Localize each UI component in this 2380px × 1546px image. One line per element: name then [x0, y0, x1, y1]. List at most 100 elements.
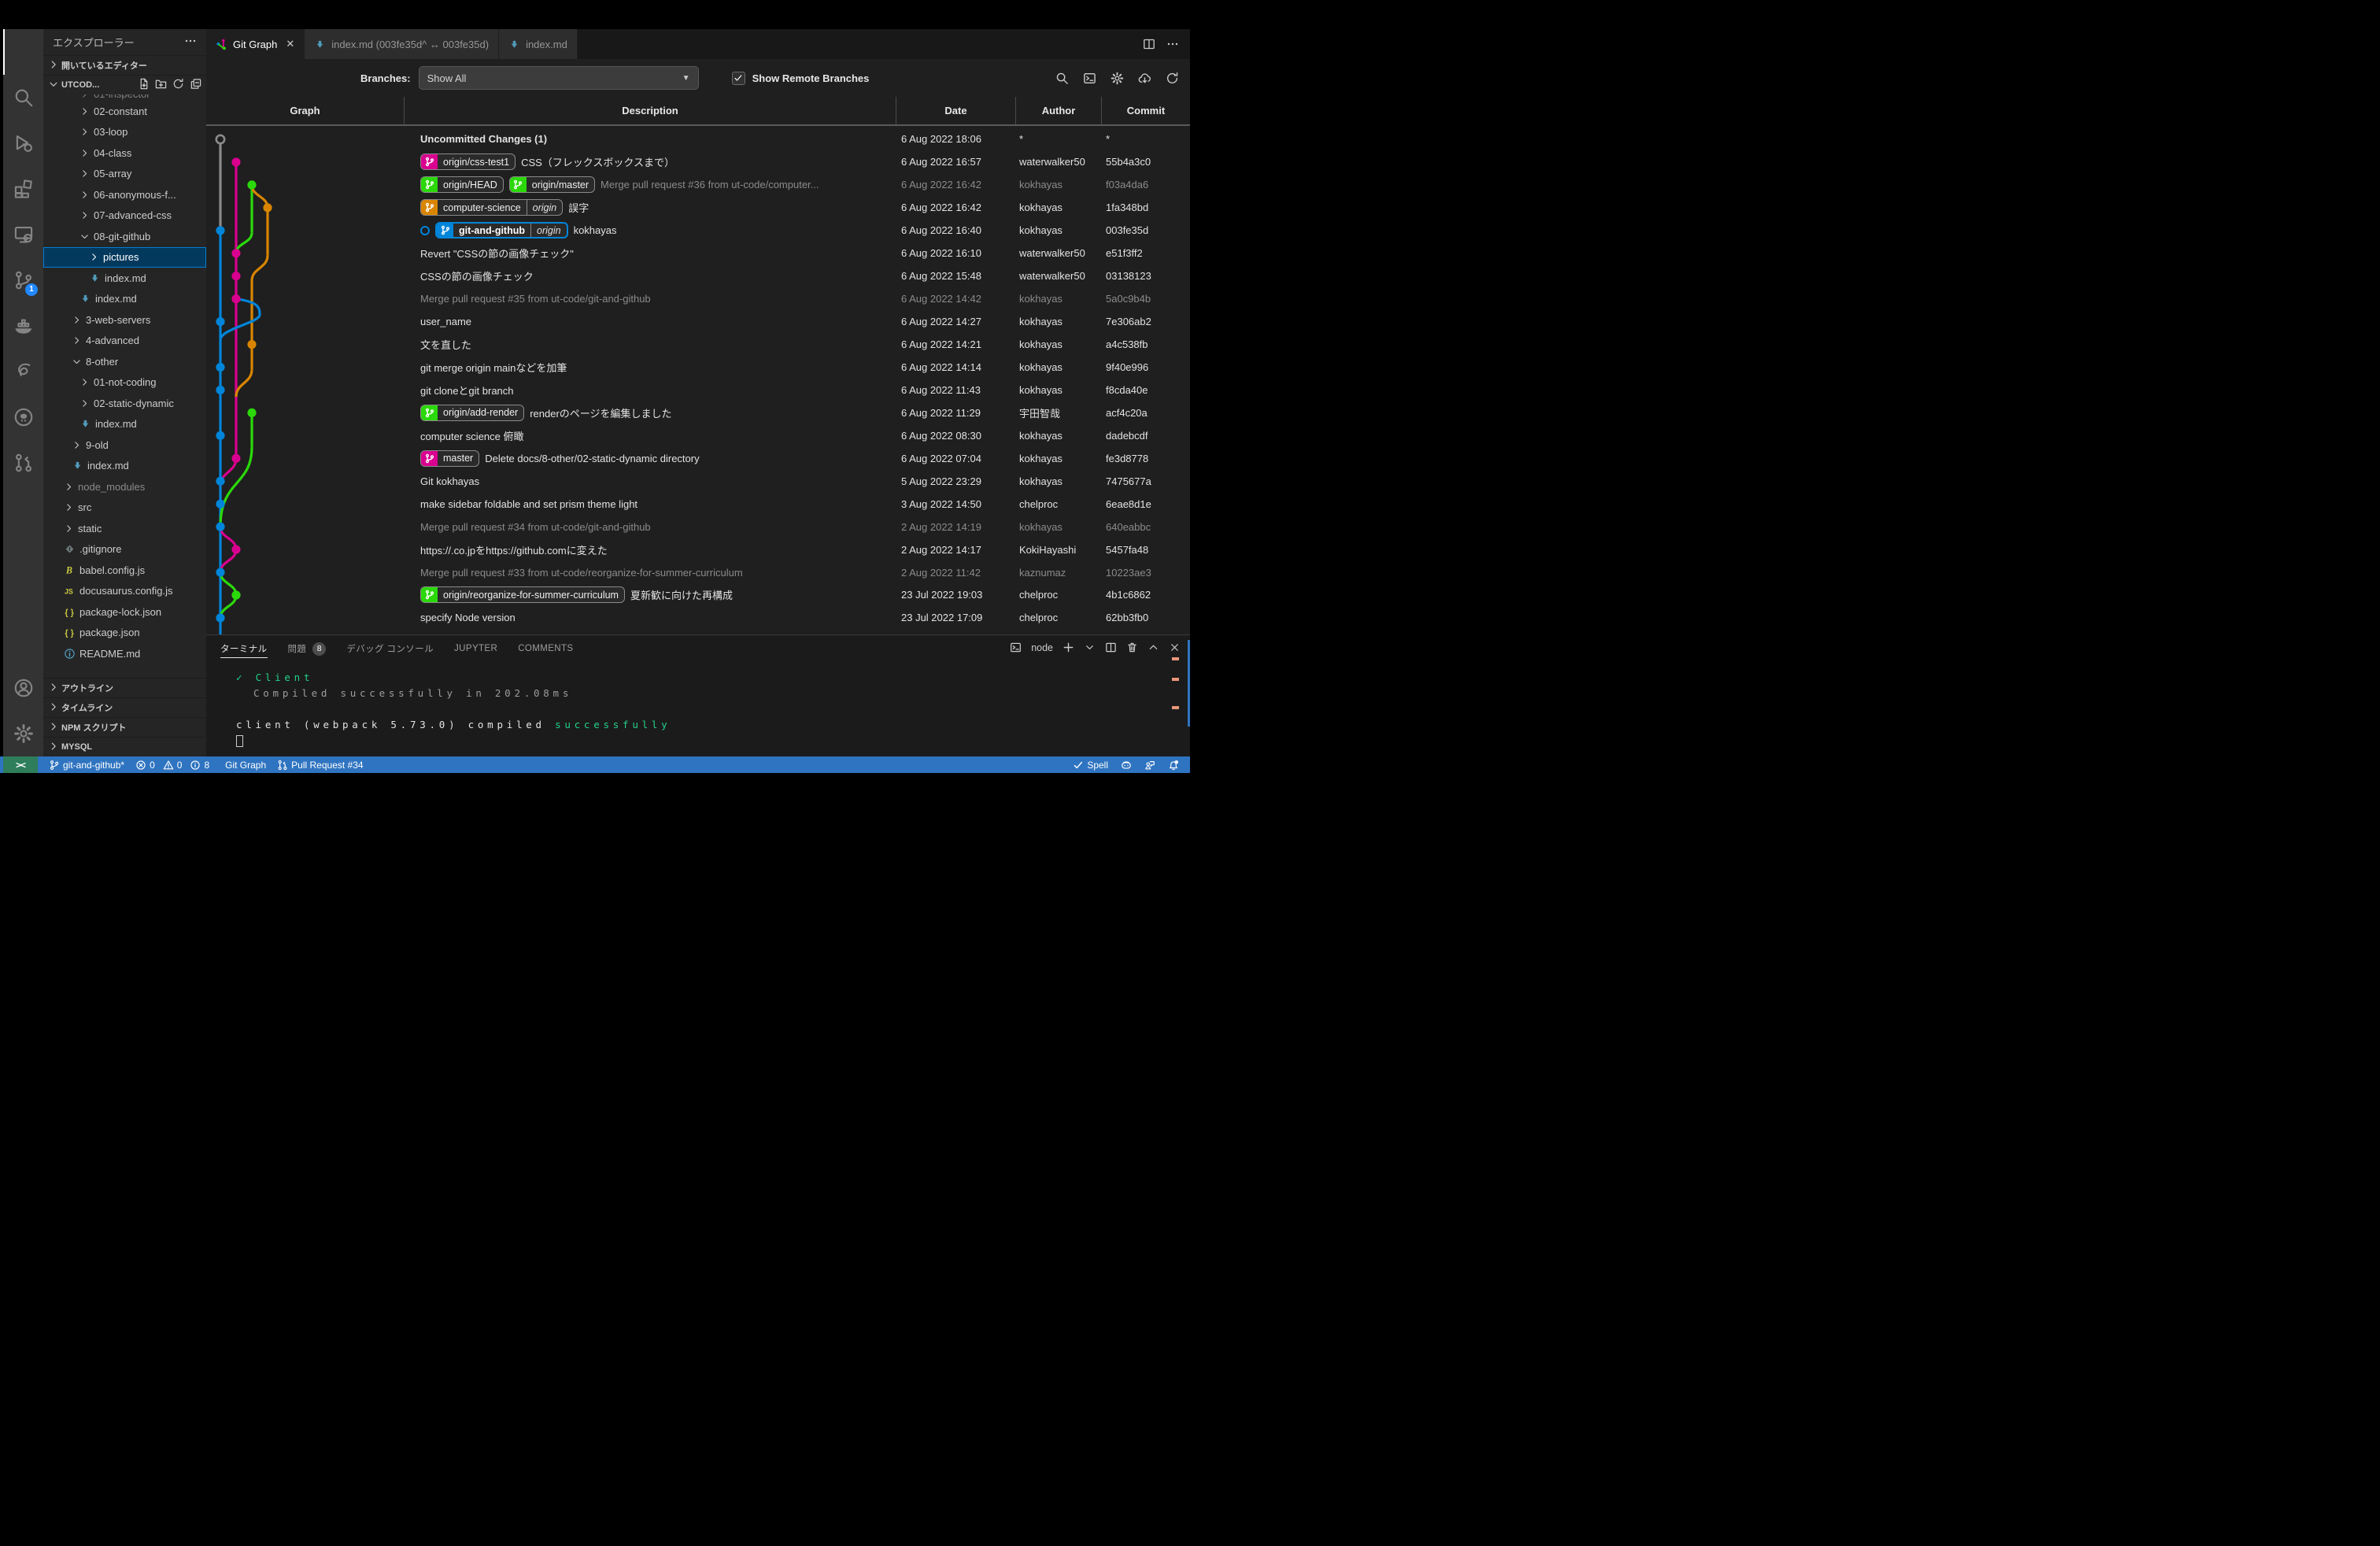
terminal-icon[interactable]: [1010, 642, 1022, 653]
tree-item-8-other[interactable]: 8-other: [43, 351, 206, 372]
status-feedback[interactable]: [1144, 760, 1155, 771]
editor-tab-git-graph[interactable]: Git Graph✕: [206, 29, 305, 59]
commit-row-5a0c9b4b[interactable]: Merge pull request #35 from ut-code/git-…: [206, 287, 1190, 310]
tree-item-pictures[interactable]: pictures: [43, 247, 206, 268]
tree-item-04-class[interactable]: 04-class: [43, 142, 206, 164]
tree-item-readme-md[interactable]: README.md: [43, 643, 206, 664]
tree-item-3-web-servers[interactable]: 3-web-servers: [43, 309, 206, 331]
tree-item-02-constant[interactable]: 02-constant: [43, 101, 206, 122]
ref-badge-master[interactable]: master: [420, 450, 479, 467]
ref-badge-origin/css-test1[interactable]: origin/css-test1: [420, 153, 516, 170]
commit-row-dadebcdf[interactable]: computer science 俯瞰6 Aug 2022 08:30kokha…: [206, 424, 1190, 447]
cloud-download-icon[interactable]: [1138, 72, 1151, 85]
activitybar-live-share-icon[interactable]: [3, 349, 43, 394]
sidebar-section-タイムライン[interactable]: タイムライン: [43, 697, 206, 717]
activitybar-account-icon[interactable]: [3, 665, 43, 711]
status-problems[interactable]: 008: [135, 760, 214, 771]
sidebar-section-NPM スクリプト[interactable]: NPM スクリプト: [43, 717, 206, 737]
tree-item-babel-config-js[interactable]: Bbabel.config.js: [43, 560, 206, 581]
tree-item-9-old[interactable]: 9-old: [43, 435, 206, 456]
tree-item-docusaurus-config-js[interactable]: JSdocusaurus.config.js: [43, 581, 206, 602]
tree-item-05-array[interactable]: 05-array: [43, 164, 206, 185]
status-pull-request[interactable]: Pull Request #34: [277, 760, 363, 771]
tree-item-index-md[interactable]: index.md: [43, 456, 206, 477]
tree-item-package-lock-json[interactable]: { }package-lock.json: [43, 601, 206, 623]
activitybar-docker-icon[interactable]: [3, 303, 43, 349]
tree-item-index-md[interactable]: index.md: [43, 414, 206, 435]
ref-badge-origin/master[interactable]: origin/master: [509, 176, 595, 193]
activitybar-run-debug-icon[interactable]: [3, 120, 43, 166]
tree-item-06-anonymous-f-[interactable]: 06-anonymous-f...: [43, 184, 206, 205]
open-editors-section[interactable]: 開いているエディター: [43, 55, 206, 75]
split-editor-icon[interactable]: [1143, 38, 1155, 50]
tree-item-03-loop[interactable]: 03-loop: [43, 122, 206, 143]
panel-tab-デバッグ コンソール[interactable]: デバッグ コンソール: [346, 642, 434, 655]
remote-indicator[interactable]: ><: [3, 756, 38, 773]
ellipsis-icon[interactable]: [184, 35, 197, 50]
commit-row-fe3d8778[interactable]: masterDelete docs/8-other/02-static-dyna…: [206, 447, 1190, 470]
activitybar-source-control-icon[interactable]: 1: [3, 257, 43, 303]
tree-item-src[interactable]: src: [43, 497, 206, 519]
tree-item-package-json[interactable]: { }package.json: [43, 623, 206, 644]
new-file-icon[interactable]: [138, 78, 150, 92]
tree-item-index-md[interactable]: index.md: [43, 268, 206, 289]
tree-item-4-advanced[interactable]: 4-advanced: [43, 331, 206, 352]
tree-item-01-not-coding[interactable]: 01-not-coding: [43, 372, 206, 394]
status-git-graph[interactable]: Git Graph: [225, 760, 266, 771]
activitybar-remote-explorer-icon[interactable]: [3, 212, 43, 257]
commit-row-62bb3fb0[interactable]: specify Node version23 Jul 2022 17:09che…: [206, 606, 1190, 629]
panel-tab-問題[interactable]: 問題8: [288, 642, 327, 656]
column-header-graph[interactable]: Graph: [206, 97, 405, 124]
commit-row-003fe35d[interactable]: git-and-githuboriginkokhayas6 Aug 2022 1…: [206, 219, 1190, 242]
status-branch[interactable]: git-and-github*: [49, 760, 124, 771]
refresh-icon[interactable]: [172, 78, 184, 92]
panel-tab-ターミナル[interactable]: ターミナル: [220, 642, 268, 658]
commit-row-640eabbc[interactable]: Merge pull request #34 from ut-code/git-…: [206, 516, 1190, 538]
tree-item-index-md[interactable]: index.md: [43, 289, 206, 310]
commit-row-4b1c6862[interactable]: origin/reorganize-for-summer-curriculum夏…: [206, 584, 1190, 607]
commit-row-f03a4da6[interactable]: origin/HEADorigin/masterMerge pull reque…: [206, 173, 1190, 196]
new-terminal-icon[interactable]: [1062, 642, 1074, 653]
commit-row-6eae8d1e[interactable]: make sidebar foldable and set prism them…: [206, 493, 1190, 516]
activitybar-pull-request-icon[interactable]: [3, 440, 43, 486]
kill-terminal-icon[interactable]: [1126, 642, 1138, 653]
editor-tab-index-md-003fe35d-003fe35d-[interactable]: index.md (003fe35d^ ↔ 003fe35d): [305, 29, 499, 59]
commit-row-*[interactable]: Uncommitted Changes (1)6 Aug 2022 18:06*…: [206, 128, 1190, 151]
commit-row-a4c538fb[interactable]: 文を直した6 Aug 2022 14:21kokhayasa4c538fb: [206, 333, 1190, 356]
activitybar-extensions-icon[interactable]: [3, 166, 43, 212]
maximize-panel-icon[interactable]: [1148, 642, 1159, 653]
sidebar-section-MYSQL[interactable]: MYSQL: [43, 737, 206, 756]
status-spell[interactable]: Spell: [1073, 760, 1108, 771]
branches-dropdown[interactable]: Show All ▼: [419, 66, 699, 90]
commit-row-7e306ab2[interactable]: user_name6 Aug 2022 14:27kokhayas7e306ab…: [206, 310, 1190, 333]
commit-row-55b4a3c0[interactable]: origin/css-test1CSS（フレックスボックスまで）6 Aug 20…: [206, 150, 1190, 173]
commit-row-1fa348bd[interactable]: computer-scienceorigin誤字6 Aug 2022 16:42…: [206, 196, 1190, 219]
search-icon[interactable]: [1055, 72, 1069, 85]
commit-row-acf4c20a[interactable]: origin/add-renderrenderのページを編集しました6 Aug …: [206, 401, 1190, 424]
close-panel-icon[interactable]: [1169, 642, 1181, 653]
tree-item-08-git-github[interactable]: 08-git-github: [43, 226, 206, 247]
collapse-all-icon[interactable]: [190, 78, 201, 92]
tree-item-node-modules[interactable]: node_modules: [43, 476, 206, 497]
show-remote-branches-checkbox[interactable]: [732, 72, 745, 85]
commit-row-9f40e996[interactable]: git merge origin mainなどを加筆6 Aug 2022 14:…: [206, 356, 1190, 379]
tree-item-02-static-dynamic[interactable]: 02-static-dynamic: [43, 393, 206, 414]
ref-badge-origin/add-render[interactable]: origin/add-render: [420, 405, 524, 421]
column-header-date[interactable]: Date: [896, 97, 1016, 124]
close-icon[interactable]: ✕: [286, 38, 294, 50]
commit-row-7475677a[interactable]: Git kokhayas5 Aug 2022 23:29kokhayas7475…: [206, 470, 1190, 493]
tree-item-07-advanced-css[interactable]: 07-advanced-css: [43, 205, 206, 227]
column-header-author[interactable]: Author: [1016, 97, 1102, 124]
new-folder-icon[interactable]: [155, 78, 167, 92]
commit-row-5457fa48[interactable]: https://.co.jpをhttps://github.comに変えた2 A…: [206, 538, 1190, 561]
activitybar-explorer-icon[interactable]: [3, 29, 43, 75]
ref-badge-origin/reorganize-for-summer-curriculum[interactable]: origin/reorganize-for-summer-curriculum: [420, 586, 625, 603]
refresh-icon[interactable]: [1166, 72, 1179, 85]
commit-row-f8cda40e[interactable]: git cloneとgit branch6 Aug 2022 11:43kokh…: [206, 379, 1190, 401]
ref-badge-origin/HEAD[interactable]: origin/HEAD: [420, 176, 504, 193]
ref-badge-git-and-github[interactable]: git-and-githuborigin: [435, 222, 568, 239]
split-terminal-icon[interactable]: [1105, 642, 1117, 653]
ref-badge-computer-science[interactable]: computer-scienceorigin: [420, 199, 563, 216]
more-actions-icon[interactable]: [1166, 38, 1179, 50]
terminal-scrollbar[interactable]: [1188, 640, 1190, 727]
